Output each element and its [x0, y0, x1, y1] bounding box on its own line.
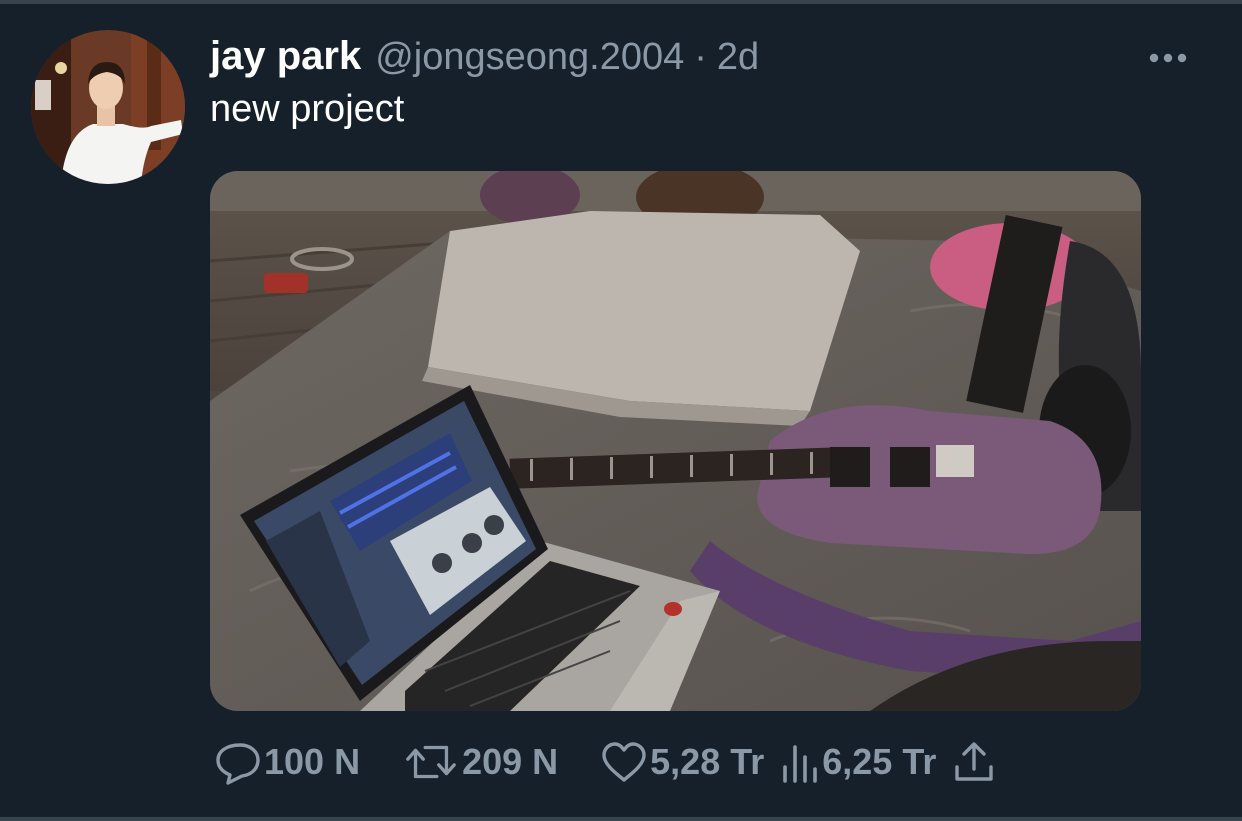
- views-count: 6,25 Tr: [822, 741, 937, 782]
- share-button[interactable]: [952, 739, 996, 785]
- views-button[interactable]: 6,25 Tr: [780, 739, 936, 785]
- like-count: 5,28 Tr: [650, 741, 765, 782]
- tweet-text: new project: [210, 88, 405, 130]
- like-button[interactable]: 5,28 Tr: [600, 739, 764, 785]
- separator-dot: ·: [694, 36, 707, 78]
- author-handle[interactable]: @jongseong.2004: [375, 36, 684, 79]
- photo-laptop-guitar-bed: [210, 171, 1141, 711]
- tweet-header: jay park @jongseong.2004 · 2d: [210, 34, 759, 82]
- more-options-button[interactable]: [1146, 48, 1190, 68]
- heart-icon: [602, 742, 646, 782]
- retweet-icon: [406, 745, 456, 779]
- views-icon: [783, 745, 818, 783]
- tweet-media-image[interactable]: [210, 171, 1141, 711]
- tweet-actions: 100 N 209 N 5,28 Tr 6,25 Tr: [214, 738, 996, 786]
- more-horizontal-icon: [1149, 53, 1187, 63]
- author-avatar[interactable]: [31, 30, 185, 184]
- retweet-count: 209 N: [462, 741, 559, 782]
- reply-count: 100 N: [264, 741, 361, 782]
- reply-button[interactable]: 100 N: [214, 739, 360, 785]
- reply-icon: [216, 743, 260, 785]
- author-name[interactable]: jay park: [210, 34, 361, 79]
- retweet-button[interactable]: 209 N: [402, 739, 558, 785]
- avatar-photo: [31, 30, 185, 184]
- bottom-divider: [0, 817, 1242, 821]
- share-icon: [955, 742, 994, 781]
- top-divider: [0, 0, 1242, 4]
- tweet-timestamp[interactable]: 2d: [717, 36, 759, 79]
